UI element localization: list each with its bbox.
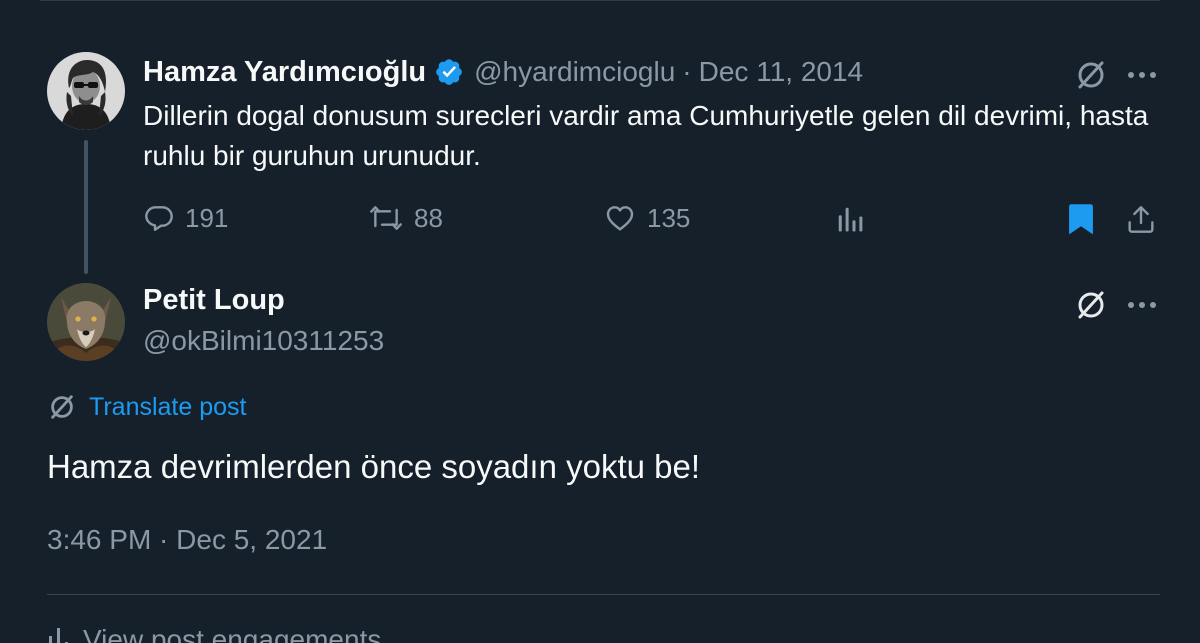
reply-icon: [145, 206, 173, 231]
like-count: 135: [647, 202, 691, 233]
avatar-hamza[interactable]: [47, 52, 125, 130]
grok-icon[interactable]: [1072, 286, 1110, 324]
tweet-thread-view: Hamza Yardımcıoğlu @hyardimcioglu · Dec …: [0, 0, 1200, 643]
header-separator: ·: [682, 56, 692, 87]
more-icon[interactable]: [1122, 56, 1162, 94]
section-divider: [47, 594, 1160, 595]
author-name[interactable]: Hamza Yardımcıoğlu: [143, 56, 426, 89]
reply-timestamp[interactable]: 3:46 PM · Dec 5, 2021: [47, 524, 327, 556]
translate-post-button[interactable]: Translate post: [47, 392, 246, 422]
engagements-label: View post engagements: [83, 624, 382, 643]
avatar-wolf-image: [47, 283, 125, 361]
engagements-icon: [49, 628, 68, 643]
repost-count: 88: [414, 202, 443, 233]
original-post-header: Hamza Yardımcıoğlu @hyardimcioglu · Dec …: [143, 52, 863, 92]
reply-author-handle[interactable]: @okBilmi10311253: [143, 325, 384, 357]
avatar-hamza-image: [47, 52, 125, 130]
reply-post-text: Hamza devrimlerden önce soyadın yoktu be…: [47, 448, 701, 485]
grok-icon[interactable]: [1072, 56, 1110, 94]
reply-author-name[interactable]: Petit Loup: [143, 284, 285, 317]
more-icon[interactable]: [1122, 286, 1162, 324]
repost-button[interactable]: 88: [368, 202, 443, 234]
reply-button[interactable]: 191: [143, 202, 228, 234]
translate-label: Translate post: [89, 392, 247, 421]
verified-badge-icon[interactable]: [434, 57, 464, 87]
author-handle[interactable]: @hyardimcioglu: [474, 56, 675, 88]
original-post-text: Dillerin dogal donusum surecleri vardir …: [143, 100, 1149, 171]
post-date[interactable]: Dec 11, 2014: [699, 56, 864, 88]
translate-icon: [51, 395, 73, 419]
like-icon: [606, 206, 634, 231]
top-divider: [40, 0, 1160, 1]
views-icon[interactable]: [832, 202, 868, 236]
share-icon[interactable]: [1122, 200, 1160, 238]
repost-icon: [370, 206, 402, 230]
avatar-petit-loup[interactable]: [47, 283, 125, 361]
reply-count: 191: [185, 202, 229, 233]
thread-connector-line: [84, 140, 88, 274]
view-engagements-link[interactable]: View post engagements: [47, 624, 381, 643]
bookmark-icon[interactable]: [1064, 200, 1098, 238]
like-button[interactable]: 135: [603, 202, 690, 234]
